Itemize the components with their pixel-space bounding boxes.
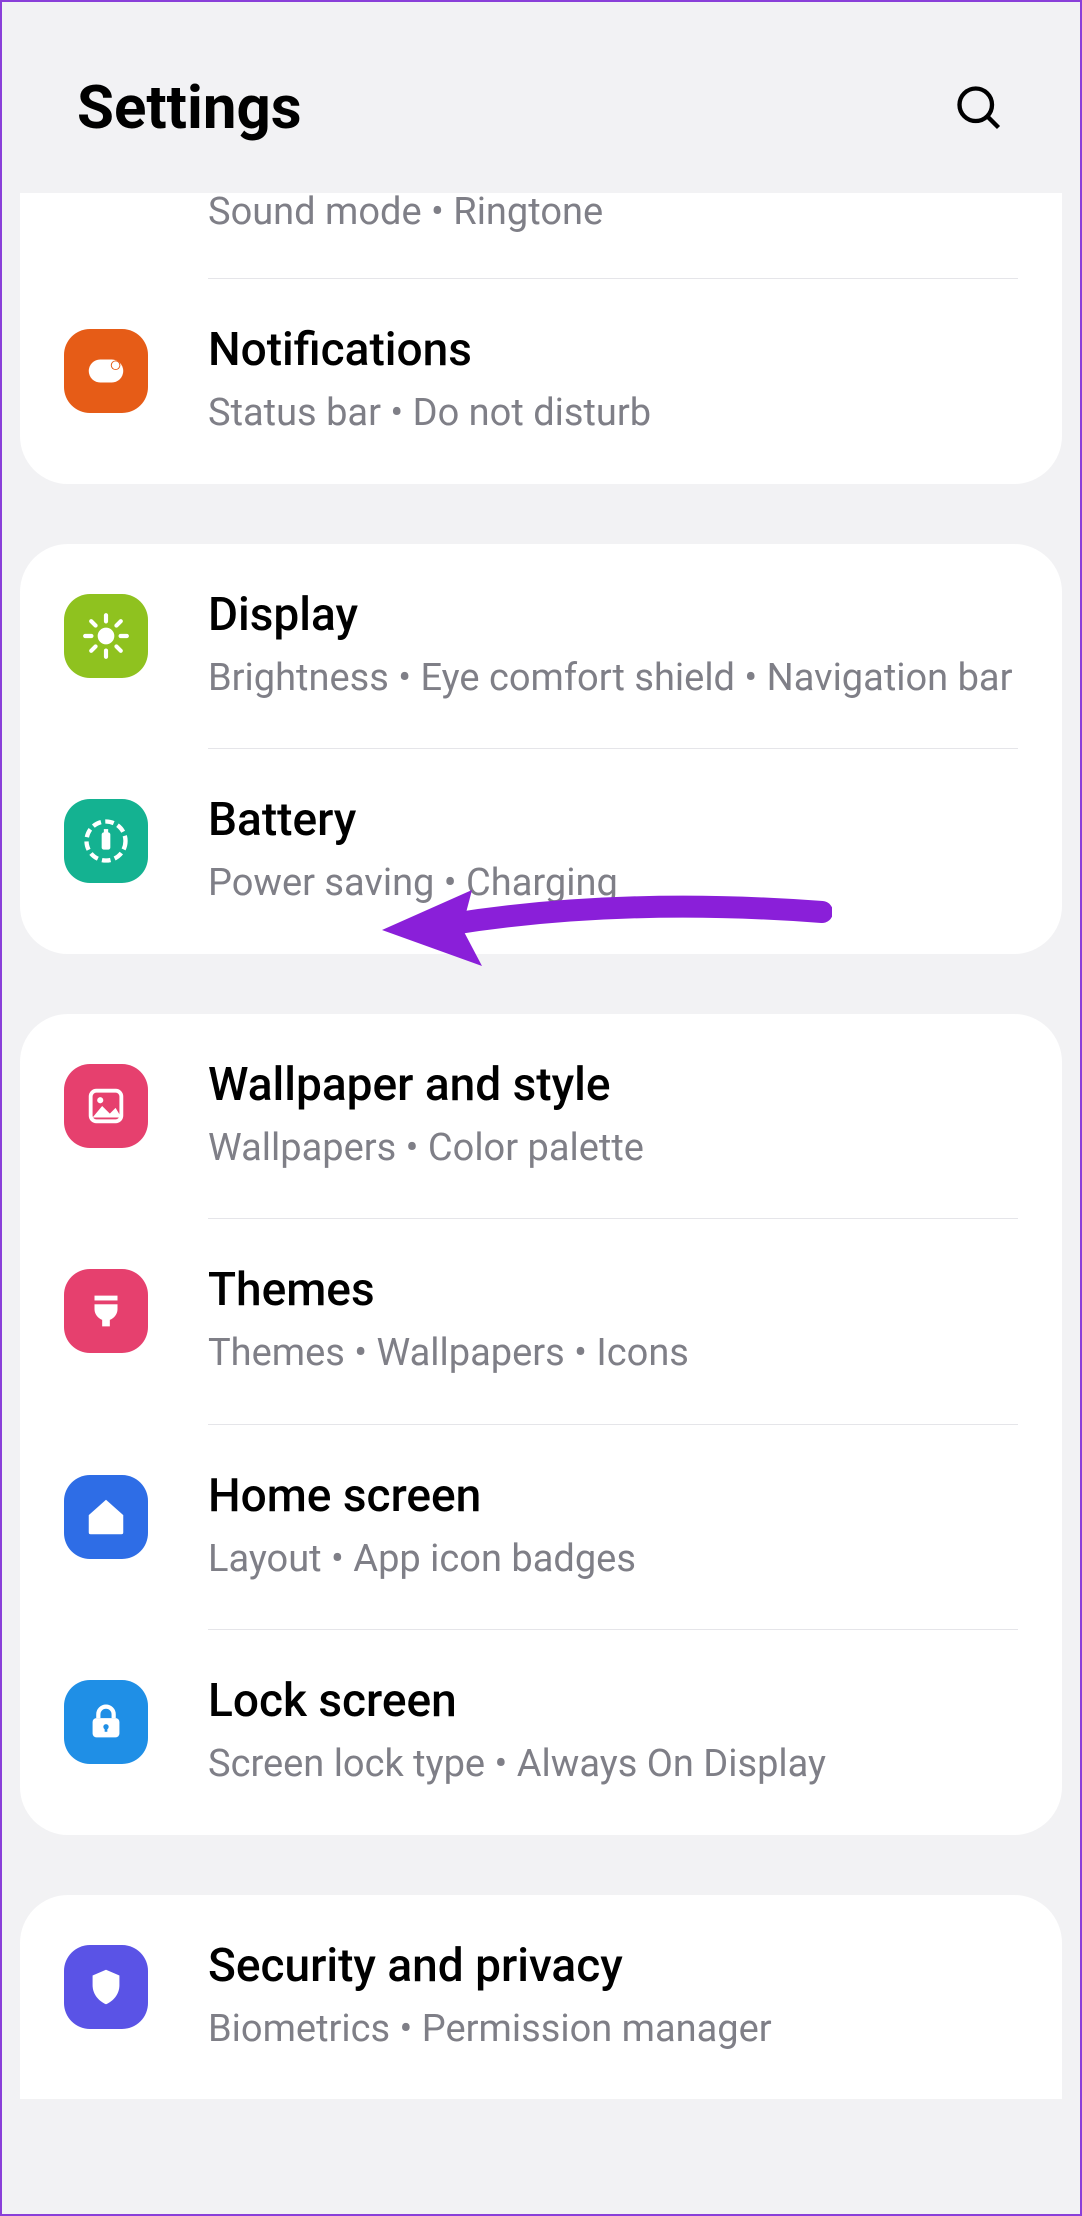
search-icon[interactable]	[953, 82, 1005, 134]
settings-row-wallpaper[interactable]: Wallpaper and style Wallpapers • Color p…	[20, 1014, 1062, 1218]
battery-icon	[64, 799, 148, 883]
row-subtitle: Layout • App icon badges	[208, 1534, 1018, 1585]
row-title: Display	[208, 588, 1018, 643]
row-title: Wallpaper and style	[208, 1058, 1018, 1113]
lock-icon	[64, 1680, 148, 1764]
settings-group-1: Sound mode • Ringtone Notifications Stat…	[20, 193, 1062, 484]
row-title: Security and privacy	[208, 1939, 1018, 1994]
settings-row-home[interactable]: Home screen Layout • App icon badges	[20, 1425, 1062, 1629]
row-title: Battery	[208, 793, 1018, 848]
row-subtitle: Biometrics • Permission manager	[208, 2004, 1018, 2055]
row-title: Notifications	[208, 323, 1018, 378]
page-title: Settings	[77, 72, 302, 143]
row-title: Home screen	[208, 1469, 1018, 1524]
row-subtitle: Power saving • Charging	[208, 858, 1018, 909]
row-subtitle: Brightness • Eye comfort shield • Naviga…	[208, 653, 1018, 704]
settings-group-3: Wallpaper and style Wallpapers • Color p…	[20, 1014, 1062, 1835]
settings-group-2: Display Brightness • Eye comfort shield …	[20, 544, 1062, 954]
row-subtitle: Wallpapers • Color palette	[208, 1123, 1018, 1174]
settings-row-sounds[interactable]: Sound mode • Ringtone	[20, 193, 1062, 278]
settings-row-security[interactable]: Security and privacy Biometrics • Permis…	[20, 1895, 1062, 2099]
row-title: Themes	[208, 1263, 1018, 1318]
wallpaper-icon	[64, 1064, 148, 1148]
row-subtitle: Sound mode • Ringtone	[208, 193, 1018, 238]
settings-row-lock[interactable]: Lock screen Screen lock type • Always On…	[20, 1630, 1062, 1834]
settings-row-themes[interactable]: Themes Themes • Wallpapers • Icons	[20, 1219, 1062, 1423]
display-icon	[64, 594, 148, 678]
shield-icon	[64, 1945, 148, 2029]
home-icon	[64, 1475, 148, 1559]
themes-icon	[64, 1269, 148, 1353]
row-subtitle: Themes • Wallpapers • Icons	[208, 1328, 1018, 1379]
row-subtitle: Screen lock type • Always On Display	[208, 1739, 1018, 1790]
row-subtitle: Status bar • Do not disturb	[208, 388, 1018, 439]
row-title: Lock screen	[208, 1674, 1018, 1729]
notifications-icon	[64, 329, 148, 413]
settings-row-battery[interactable]: Battery Power saving • Charging	[20, 749, 1062, 953]
settings-row-notifications[interactable]: Notifications Status bar • Do not distur…	[20, 279, 1062, 483]
settings-row-display[interactable]: Display Brightness • Eye comfort shield …	[20, 544, 1062, 748]
header: Settings	[2, 2, 1080, 203]
settings-group-4: Security and privacy Biometrics • Permis…	[20, 1895, 1062, 2099]
